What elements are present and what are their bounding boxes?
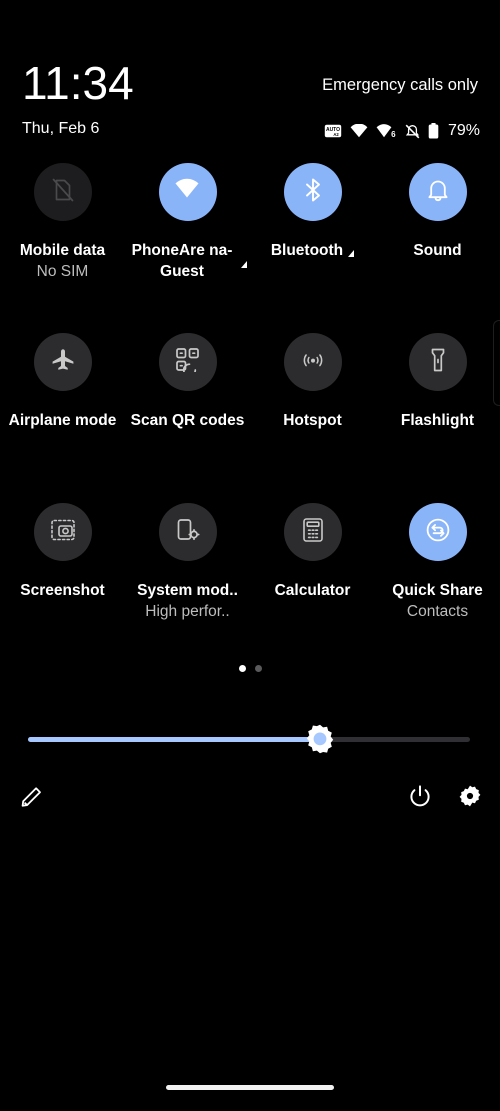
- tile-airplane-mode[interactable]: Airplane mode: [0, 328, 125, 498]
- wifi-6-icon: 6: [376, 124, 397, 138]
- qr-code-icon: [175, 347, 200, 377]
- tile-hotspot[interactable]: Hotspot: [250, 328, 375, 498]
- tile-label: Airplane mode: [8, 412, 117, 429]
- tile-screenshot[interactable]: Screenshot: [0, 498, 125, 668]
- gear-icon: [458, 784, 482, 813]
- tile-label: Screenshot: [20, 582, 105, 599]
- tile-row: Airplane mode Scan QR codes Hotspot Flas…: [0, 328, 500, 498]
- tile-scan-qr[interactable]: Scan QR codes: [125, 328, 250, 498]
- tile-row: Mobile data No SIM 6 PhoneAre na-Guest B…: [0, 158, 500, 406]
- flashlight-icon: [426, 347, 450, 378]
- brightness-sun-icon: [305, 724, 335, 754]
- power-icon: [408, 784, 432, 813]
- screenshot-icon: [50, 518, 76, 547]
- tile-label: Calculator: [274, 582, 351, 599]
- tile-wifi[interactable]: 6 PhoneAre na-Guest: [125, 158, 250, 328]
- tile-icon-wrap[interactable]: [158, 503, 217, 561]
- page-dot-1[interactable]: [238, 665, 246, 672]
- tile-icon-wrap[interactable]: [33, 503, 92, 561]
- tile-sublabel: Contacts: [406, 603, 469, 620]
- tile-sublabel: High perfor..: [145, 603, 230, 620]
- battery-icon: [428, 123, 439, 139]
- quick-settings-action-bar: [0, 780, 500, 816]
- svg-text:A2: A2: [333, 132, 339, 137]
- tile-flashlight[interactable]: Flashlight: [375, 328, 500, 498]
- tile-label: System mod..: [137, 582, 238, 599]
- wifi-generation-badge: 6: [198, 193, 205, 205]
- carrier-status: Emergency calls only: [322, 76, 478, 94]
- brightness-fill: [28, 737, 320, 742]
- tile-icon-wrap[interactable]: [283, 333, 342, 391]
- tile-quick-share[interactable]: Quick Share Contacts: [375, 498, 500, 668]
- battery-percent: 79%: [447, 122, 480, 139]
- tile-icon-wrap[interactable]: [33, 163, 92, 221]
- tile-icon-wrap[interactable]: [158, 333, 217, 391]
- settings-button[interactable]: [452, 780, 488, 816]
- tile-label: Scan QR codes: [130, 412, 245, 429]
- tile-label: PhoneAre na-Guest: [129, 240, 247, 282]
- tile-label: Flashlight: [400, 412, 475, 429]
- quick-tiles-grid: Mobile data No SIM 6 PhoneAre na-Guest B…: [0, 158, 500, 648]
- tile-icon-wrap[interactable]: [408, 333, 467, 391]
- status-icon-tray: AUTO A2 6 79%: [324, 121, 480, 141]
- tile-label: Mobile data: [19, 242, 106, 259]
- tile-icon-wrap[interactable]: 6: [158, 163, 217, 221]
- tile-icon-wrap[interactable]: [283, 503, 342, 561]
- date-label: Thu, Feb 6: [22, 120, 100, 137]
- brightness-thumb[interactable]: [305, 724, 335, 754]
- tile-icon-wrap[interactable]: [408, 163, 467, 221]
- home-gesture-bar[interactable]: [166, 1085, 334, 1090]
- bell-icon: [425, 177, 451, 208]
- chevron-expand-icon[interactable]: [240, 260, 247, 268]
- tile-label: Bluetooth: [254, 240, 372, 261]
- chevron-expand-icon[interactable]: [348, 250, 355, 257]
- pencil-icon: [20, 784, 44, 813]
- tile-label: Quick Share: [392, 582, 483, 599]
- tile-system-modes[interactable]: System mod.. High perfor..: [125, 498, 250, 668]
- page-indicator[interactable]: [0, 665, 500, 672]
- tile-label: Sound: [413, 242, 462, 259]
- quick-share-icon: [424, 516, 452, 549]
- svg-text:6: 6: [391, 130, 396, 138]
- brightness-slider[interactable]: [28, 724, 470, 754]
- tile-mobile-data[interactable]: Mobile data No SIM: [0, 158, 125, 328]
- calculator-icon: [302, 517, 324, 548]
- status-header: 11:34 Emergency calls only Thu, Feb 6 AU…: [0, 0, 500, 155]
- edit-button[interactable]: [14, 780, 50, 816]
- system-modes-icon: [175, 517, 201, 548]
- auto-caption-icon: AUTO A2: [324, 124, 342, 138]
- wifi-icon: [350, 124, 368, 138]
- tile-icon-wrap[interactable]: [33, 333, 92, 391]
- hotspot-icon: [300, 347, 326, 378]
- tile-sublabel: No SIM: [36, 263, 89, 280]
- power-button[interactable]: [402, 780, 438, 816]
- tile-label: Hotspot: [283, 412, 342, 429]
- tile-calculator[interactable]: Calculator: [250, 498, 375, 668]
- tile-bluetooth[interactable]: Bluetooth: [250, 158, 375, 328]
- mute-vibrate-icon: [405, 124, 420, 139]
- sim-card-off-icon: [50, 177, 76, 208]
- tile-row: Screenshot System mod.. High perfor.. Ca…: [0, 498, 500, 668]
- bluetooth-icon: [300, 177, 326, 208]
- tile-sound[interactable]: Sound: [375, 158, 500, 328]
- clock: 11:34: [22, 57, 134, 109]
- airplane-icon: [50, 347, 76, 378]
- quick-settings-panel: 11:34 Emergency calls only Thu, Feb 6 AU…: [0, 0, 500, 1111]
- page-dot-2[interactable]: [254, 665, 262, 672]
- tile-icon-wrap[interactable]: [408, 503, 467, 561]
- tile-icon-wrap[interactable]: [283, 163, 342, 221]
